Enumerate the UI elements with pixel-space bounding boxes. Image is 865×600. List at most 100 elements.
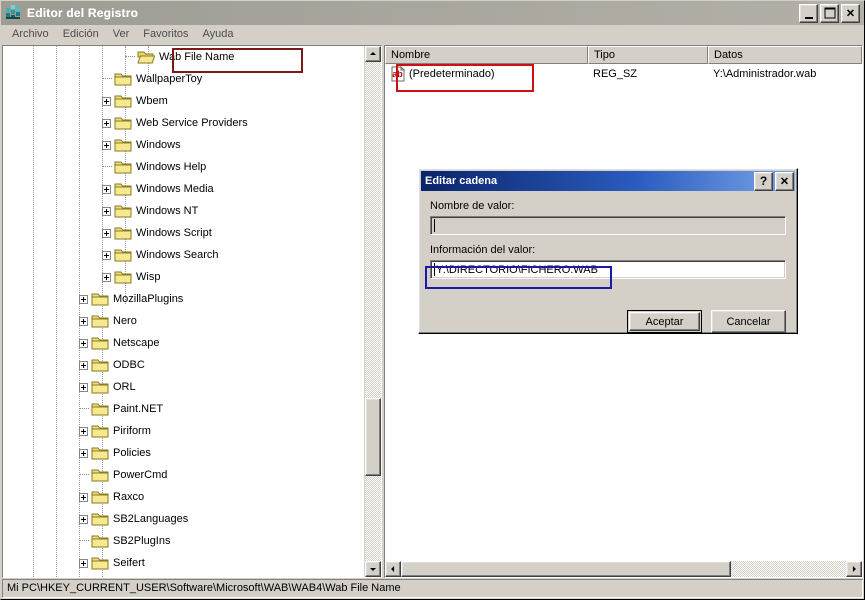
expand-plus-icon[interactable] (79, 382, 88, 392)
tree-item-policies[interactable]: Policies (3, 442, 364, 464)
folder-icon (114, 159, 132, 175)
regedit-icon (4, 4, 22, 22)
expand-plus-icon[interactable] (79, 514, 88, 524)
tree-item-piriform[interactable]: Piriform (3, 420, 364, 442)
menu-edicion[interactable]: Edición (56, 27, 106, 42)
svg-text:ab: ab (392, 69, 403, 79)
folder-icon (91, 313, 109, 329)
tree-item-windows-search[interactable]: Windows Search (3, 244, 364, 266)
list-scroll-left-button[interactable] (385, 561, 401, 577)
tree-item-wisp[interactable]: Wisp (3, 266, 364, 288)
tree-item-label: Policies (113, 447, 151, 459)
folder-icon (114, 225, 132, 241)
folder-icon (114, 203, 132, 219)
expand-plus-icon[interactable] (102, 250, 111, 260)
tree-item-powercmd[interactable]: PowerCmd (3, 464, 364, 486)
tree-item-netscape[interactable]: Netscape (3, 332, 364, 354)
expand-plus-icon[interactable] (79, 338, 88, 348)
tree-item-sb2languages[interactable]: SB2Languages (3, 508, 364, 530)
tree-scrollbar-thumb[interactable] (365, 398, 381, 476)
expand-plus-icon[interactable] (102, 206, 111, 216)
folder-icon (91, 335, 109, 351)
tree-item-web-service-providers[interactable]: Web Service Providers (3, 112, 364, 134)
column-header-tipo[interactable]: Tipo (588, 46, 708, 64)
dialog-titlebar: Editar cadena ? × (421, 171, 795, 191)
tree-item-label: Wisp (136, 271, 161, 283)
menu-ayuda[interactable]: Ayuda (196, 27, 241, 42)
cancel-button[interactable]: Cancelar (711, 310, 786, 333)
tree-item-raxco[interactable]: Raxco (3, 486, 364, 508)
close-button[interactable]: × (841, 3, 860, 23)
folder-open-icon (137, 49, 156, 65)
expand-plus-icon[interactable] (102, 96, 111, 106)
tree-vertical-scrollbar[interactable] (364, 46, 381, 577)
expand-plus-icon[interactable] (79, 492, 88, 502)
tree-item-odbc[interactable]: ODBC (3, 354, 364, 376)
table-row[interactable]: ab (Predeterminado) REG_SZ Y:\Administra… (385, 64, 862, 84)
expand-plus-icon[interactable] (79, 360, 88, 370)
tree-item-orl[interactable]: ORL (3, 376, 364, 398)
tree-item-seifert[interactable]: Seifert (3, 552, 364, 574)
tree-item-mozillaplugins[interactable]: MozillaPlugins (3, 288, 364, 310)
dialog-caption-buttons: ? × (754, 171, 794, 191)
folder-icon (91, 555, 109, 571)
dialog-close-button[interactable]: × (775, 171, 794, 191)
folder-icon (91, 357, 109, 373)
menu-archivo[interactable]: Archivo (5, 27, 56, 42)
expand-plus-icon[interactable] (79, 316, 88, 326)
list-scrollbar-thumb[interactable] (401, 561, 731, 577)
expand-plus-icon[interactable] (79, 558, 88, 568)
dialog-help-button[interactable]: ? (754, 171, 773, 191)
tree-item-nero[interactable]: Nero (3, 310, 364, 332)
listview-horizontal-scrollbar[interactable] (385, 561, 862, 577)
tree-item-sb2plugins[interactable]: SB2PlugIns (3, 530, 364, 552)
menu-favoritos[interactable]: Favoritos (136, 27, 195, 42)
folder-icon (114, 269, 132, 285)
value-name-input[interactable] (430, 216, 786, 235)
column-header-datos[interactable]: Datos (708, 46, 862, 64)
expand-plus-icon[interactable] (79, 294, 88, 304)
list-scroll-right-button[interactable] (846, 561, 862, 577)
tree-item-paint-net[interactable]: Paint.NET (3, 398, 364, 420)
column-header-nombre[interactable]: Nombre (385, 46, 588, 64)
tree-item-windows-script[interactable]: Windows Script (3, 222, 364, 244)
folder-icon (114, 137, 132, 153)
tree-item-wab-file-name[interactable]: Wab File Name (3, 46, 364, 68)
tree-item-windows[interactable]: Windows (3, 134, 364, 156)
expand-plus-icon[interactable] (102, 184, 111, 194)
tree-item-label: Wab File Name (159, 51, 235, 63)
tree-item-windows-media[interactable]: Windows Media (3, 178, 364, 200)
tree-connector-line (79, 474, 89, 476)
tree-item-wbem[interactable]: Wbem (3, 90, 364, 112)
expand-plus-icon[interactable] (79, 426, 88, 436)
registry-tree-pane: Wab File Name WallpaperToy Wbem Web Service… (2, 45, 382, 578)
folder-icon (91, 533, 109, 549)
listview-header: Nombre Tipo Datos (385, 46, 862, 64)
tree-item-windows-nt[interactable]: Windows NT (3, 200, 364, 222)
expand-plus-icon[interactable] (102, 140, 111, 150)
tree-item-windows-help[interactable]: Windows Help (3, 156, 364, 178)
tree-scroll-up-button[interactable] (365, 46, 381, 62)
text-caret (434, 219, 435, 232)
registry-tree[interactable]: Wab File Name WallpaperToy Wbem Web Service… (3, 46, 364, 577)
expand-plus-icon[interactable] (102, 228, 111, 238)
tree-item-wallpapertoy[interactable]: WallpaperToy (3, 68, 364, 90)
expand-plus-icon[interactable] (102, 118, 111, 128)
folder-icon (114, 115, 132, 131)
accept-button[interactable]: Aceptar (627, 310, 702, 333)
value-data-input[interactable]: Y:\DIRECTORIO\FICHERO.WAB (430, 260, 786, 279)
maximize-button[interactable] (820, 3, 839, 23)
tree-scroll-down-button[interactable] (365, 561, 381, 577)
minimize-button[interactable] (799, 3, 818, 23)
expand-plus-icon[interactable] (102, 272, 111, 282)
menu-ver[interactable]: Ver (106, 27, 137, 42)
expand-plus-icon[interactable] (79, 448, 88, 458)
minimize-icon (804, 14, 813, 19)
folder-icon (91, 291, 109, 307)
ab-string-icon: ab (390, 66, 406, 82)
tree-connector-line (102, 78, 112, 80)
